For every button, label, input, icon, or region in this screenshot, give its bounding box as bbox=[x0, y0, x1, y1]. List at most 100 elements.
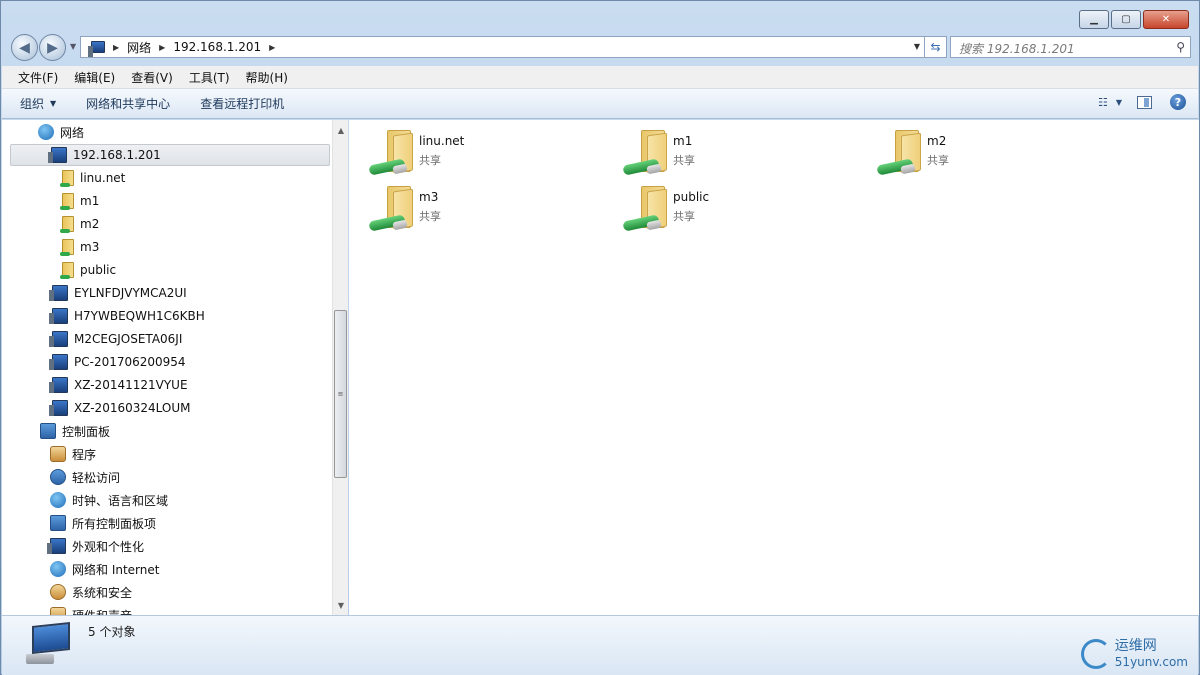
shared-folder-icon bbox=[60, 262, 74, 279]
item-type: 共享 bbox=[673, 210, 695, 223]
breadcrumb-network[interactable]: 网络 bbox=[127, 39, 151, 56]
menu-help[interactable]: 帮助(H) bbox=[240, 69, 294, 86]
tree-label: linu.net bbox=[80, 171, 126, 185]
breadcrumb-separator-icon[interactable]: ▶ bbox=[113, 43, 119, 52]
item-type: 共享 bbox=[419, 154, 441, 167]
menu-tools[interactable]: 工具(T) bbox=[183, 69, 236, 86]
watermark-title: 运维网 bbox=[1114, 638, 1157, 655]
remote-printers-button[interactable]: 查看远程打印机 bbox=[200, 95, 284, 112]
preview-pane-icon[interactable] bbox=[1137, 95, 1152, 109]
shared-folder-icon bbox=[875, 128, 921, 178]
share-item-linu[interactable]: linu.net 共享 bbox=[367, 128, 587, 182]
menu-view[interactable]: 查看(V) bbox=[125, 69, 179, 86]
tree-cp-appearance[interactable]: 外观和个性化 bbox=[47, 535, 144, 557]
chevron-down-icon: ▼ bbox=[1115, 97, 1123, 107]
scroll-down-icon[interactable]: ▼ bbox=[333, 597, 349, 613]
item-type: 共享 bbox=[673, 154, 695, 167]
search-input[interactable]: 搜索 192.168.1.201 ⚲ bbox=[950, 36, 1191, 58]
help-icon[interactable]: ? bbox=[1170, 94, 1186, 110]
tree-cp-network-internet[interactable]: 网络和 Internet bbox=[50, 558, 159, 580]
tree-cp-accessibility[interactable]: 轻松访问 bbox=[50, 466, 120, 488]
tree-computer[interactable]: XZ-20160324LOUM bbox=[49, 397, 190, 419]
caption-buttons: ▁ ▢ ✕ bbox=[1079, 10, 1189, 29]
breadcrumb-separator-icon[interactable]: ▶ bbox=[269, 43, 275, 52]
minimize-button[interactable]: ▁ bbox=[1079, 10, 1109, 29]
tree-computer[interactable]: PC-201706200954 bbox=[49, 351, 186, 373]
address-bar[interactable]: ▶ 网络 ▶ 192.168.1.201 ▶ ▼ bbox=[80, 36, 925, 58]
network-center-button[interactable]: 网络和共享中心 bbox=[86, 95, 170, 112]
share-item-m3[interactable]: m3 共享 bbox=[367, 184, 587, 238]
tree-label: 控制面板 bbox=[62, 424, 111, 439]
accessibility-icon bbox=[50, 469, 66, 485]
computer-icon bbox=[49, 285, 68, 301]
computer-icon bbox=[49, 331, 68, 347]
chevron-down-icon: ▼ bbox=[50, 99, 57, 108]
tree-computer[interactable]: H7YWBEQWH1C6KBH bbox=[49, 305, 205, 327]
forward-button[interactable]: ▶ bbox=[39, 34, 66, 61]
scroll-up-icon[interactable]: ▲ bbox=[333, 122, 349, 138]
shared-folder-icon bbox=[367, 128, 413, 178]
tree-network[interactable]: 网络 bbox=[38, 121, 84, 143]
computer-icon bbox=[49, 377, 68, 393]
shared-folder-icon bbox=[621, 184, 667, 234]
organize-button[interactable]: 组织 ▼ bbox=[20, 95, 56, 112]
back-arrow-icon: ◀ bbox=[19, 39, 30, 56]
tree-computer[interactable]: EYLNFDJVYMCA2UI bbox=[49, 282, 187, 304]
item-name: public bbox=[673, 190, 710, 204]
shared-folder-icon bbox=[60, 193, 74, 210]
tree-control-panel[interactable]: 控制面板 bbox=[40, 420, 110, 442]
share-item-public[interactable]: public 共享 bbox=[621, 184, 841, 238]
tree-label: m2 bbox=[80, 217, 100, 231]
item-name: linu.net bbox=[419, 134, 465, 148]
tree-host[interactable]: 192.168.1.201 bbox=[10, 144, 330, 166]
breadcrumb-host[interactable]: 192.168.1.201 bbox=[173, 40, 261, 54]
computer-icon bbox=[49, 400, 68, 416]
shared-folder-icon bbox=[60, 170, 74, 187]
tree-computer[interactable]: XZ-20141121VYUE bbox=[49, 374, 188, 396]
tree-label: 系统和安全 bbox=[72, 585, 133, 600]
tree-computer[interactable]: M2CEGJOSETA06JI bbox=[49, 328, 182, 350]
tree-label: 硬件和声音 bbox=[72, 607, 132, 616]
menu-edit[interactable]: 编辑(E) bbox=[68, 69, 121, 86]
tree-cp-hardware-sound[interactable]: 硬件和声音 bbox=[50, 604, 132, 615]
share-item-m1[interactable]: m1 共享 bbox=[621, 128, 841, 182]
search-placeholder: 搜索 192.168.1.201 bbox=[959, 42, 1075, 56]
computer-icon bbox=[24, 622, 72, 666]
item-type: 共享 bbox=[419, 210, 441, 223]
tree-label: 192.168.1.201 bbox=[73, 148, 161, 162]
tree-cp-programs[interactable]: 程序 bbox=[50, 443, 96, 465]
back-button[interactable]: ◀ bbox=[11, 34, 38, 61]
appearance-icon bbox=[47, 538, 66, 554]
scroll-thumb[interactable]: ≡ bbox=[334, 310, 347, 478]
content-pane: linu.net 共享 m1 共享 m2 共享 m3 共享 public 共享 bbox=[349, 120, 1199, 615]
shield-icon bbox=[50, 584, 66, 600]
menu-bar: 文件(F) 编辑(E) 查看(V) 工具(T) 帮助(H) bbox=[2, 66, 1198, 89]
computer-icon bbox=[48, 147, 67, 163]
tree-cp-system-security[interactable]: 系统和安全 bbox=[50, 581, 132, 603]
computer-icon bbox=[88, 41, 105, 57]
tree-share-m3[interactable]: m3 bbox=[60, 236, 99, 258]
share-item-m2[interactable]: m2 共享 bbox=[875, 128, 1095, 182]
menu-file[interactable]: 文件(F) bbox=[12, 69, 64, 86]
tree-share-linu[interactable]: linu.net bbox=[60, 167, 126, 189]
view-options-button[interactable]: ☷ ▼ bbox=[1098, 94, 1123, 110]
tree-cp-all-items[interactable]: 所有控制面板项 bbox=[50, 512, 156, 534]
maximize-button[interactable]: ▢ bbox=[1111, 10, 1141, 29]
tree-label: XZ-20141121VYUE bbox=[74, 378, 188, 392]
tree-share-m2[interactable]: m2 bbox=[60, 213, 100, 235]
refresh-button[interactable]: ⇆ bbox=[925, 36, 947, 58]
tree-share-m1[interactable]: m1 bbox=[60, 190, 99, 212]
recent-pages-dropdown[interactable]: ▼ bbox=[70, 42, 76, 51]
tree-cp-clock-region[interactable]: 时钟、语言和区域 bbox=[50, 489, 168, 511]
navigation-pane: 网络 192.168.1.201 linu.net m1 m2 m3 publi… bbox=[2, 120, 348, 615]
search-icon[interactable]: ⚲ bbox=[1176, 40, 1185, 54]
item-type: 共享 bbox=[927, 154, 949, 167]
nav-scrollbar[interactable]: ▲ ≡ ▼ bbox=[332, 120, 348, 615]
watermark-domain: 51yunv.com bbox=[1114, 654, 1188, 669]
shared-folder-icon bbox=[367, 184, 413, 234]
explorer-window: ▁ ▢ ✕ ◀ ▶ ▼ ▶ 网络 ▶ 192.168.1.201 ▶ ▼ ⇆ 搜… bbox=[0, 0, 1200, 675]
close-button[interactable]: ✕ bbox=[1143, 10, 1189, 29]
breadcrumb-separator-icon[interactable]: ▶ bbox=[159, 43, 165, 52]
address-dropdown-icon[interactable]: ▼ bbox=[914, 42, 920, 51]
tree-share-public[interactable]: public bbox=[60, 259, 116, 281]
